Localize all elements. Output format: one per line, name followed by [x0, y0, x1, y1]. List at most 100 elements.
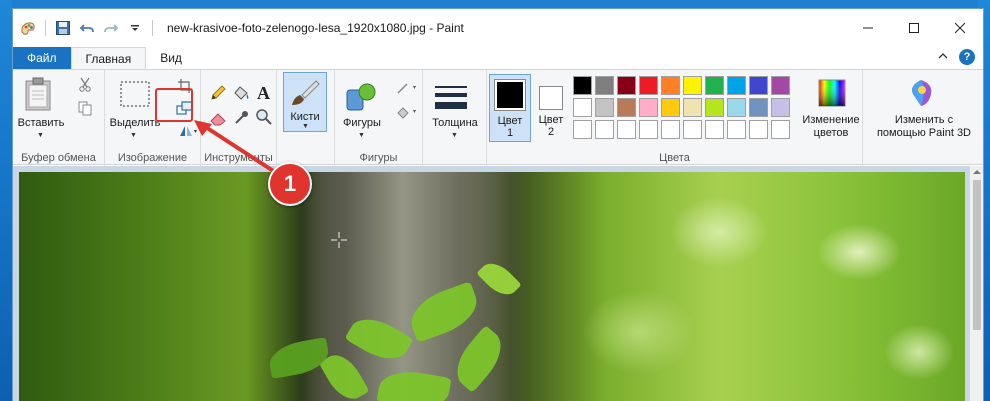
color1-button[interactable]: Цвет 1: [489, 74, 531, 142]
palette-swatch[interactable]: [595, 76, 614, 95]
group-shapes: Фигуры ▼ Фигуры: [335, 70, 423, 166]
palette-swatch[interactable]: [617, 120, 636, 139]
ribbon-right-controls: ?: [937, 49, 975, 65]
palette-swatch[interactable]: [573, 98, 592, 117]
palette-swatch[interactable]: [771, 76, 790, 95]
shape-fill-icon[interactable]: [395, 104, 419, 123]
redo-icon[interactable]: [102, 19, 120, 37]
shapes-button[interactable]: [345, 82, 379, 115]
select-button[interactable]: [119, 80, 151, 111]
palette-swatch[interactable]: [573, 120, 592, 139]
size-button[interactable]: [433, 84, 469, 115]
vertical-scrollbar[interactable]: [969, 166, 983, 401]
palette-swatch[interactable]: [683, 98, 702, 117]
brushes-dropdown-icon[interactable]: ▼: [302, 123, 309, 130]
palette-swatch[interactable]: [617, 98, 636, 117]
pencil-icon[interactable]: [209, 84, 227, 105]
edit-colors-icon[interactable]: [817, 78, 847, 111]
palette-swatch[interactable]: [617, 76, 636, 95]
save-icon[interactable]: [54, 19, 72, 37]
undo-icon[interactable]: [78, 19, 96, 37]
color2-number: 2: [547, 126, 555, 138]
shapes-label: Фигуры: [343, 117, 381, 129]
tab-view[interactable]: Вид: [146, 47, 196, 69]
palette-swatch[interactable]: [705, 76, 724, 95]
ribbon-tabs: Файл Главная Вид ?: [13, 47, 983, 69]
minimize-button[interactable]: [845, 9, 891, 47]
edit-colors-label-1: Изменение: [802, 114, 860, 126]
palette-swatch[interactable]: [771, 98, 790, 117]
palette-swatch[interactable]: [749, 120, 768, 139]
size-dropdown-icon[interactable]: ▼: [451, 132, 458, 139]
cut-icon[interactable]: [77, 76, 93, 95]
group-colors: Цвет 1 Цвет 2 Изменение цветов Цвета: [487, 70, 863, 166]
group-paint3d: Изменить с помощью Paint 3D: [863, 70, 985, 166]
select-dropdown-icon[interactable]: ▼: [130, 132, 137, 139]
palette-swatch[interactable]: [683, 76, 702, 95]
group-clipboard: Вставить ▼ Буфер обмена: [13, 70, 105, 166]
group-size: Толщина ▼: [423, 70, 487, 166]
color2-button[interactable]: Цвет 2: [535, 74, 567, 142]
annotation-badge: 1: [268, 162, 312, 206]
svg-text:A: A: [257, 83, 270, 102]
palette-swatch[interactable]: [727, 76, 746, 95]
canvas-area: [13, 166, 983, 401]
separator: [152, 20, 153, 36]
desktop-background: [0, 0, 12, 401]
group-label-clipboard: Буфер обмена: [21, 152, 96, 164]
palette-swatch[interactable]: [661, 120, 680, 139]
customize-qat-icon[interactable]: [126, 19, 144, 37]
select-label: Выделить: [109, 117, 161, 129]
paste-label: Вставить: [17, 117, 65, 129]
tab-home[interactable]: Главная: [70, 47, 147, 69]
crosshair-cursor-icon: [331, 232, 347, 248]
title-bar: new-krasivoe-foto-zelenogo-lesa_1920x108…: [13, 9, 983, 47]
palette-swatch[interactable]: [705, 98, 724, 117]
close-button[interactable]: [937, 9, 983, 47]
group-label-shapes: Фигуры: [359, 152, 398, 164]
paint3d-icon[interactable]: [907, 78, 935, 111]
fill-icon[interactable]: [231, 84, 251, 105]
paint3d-label-2: помощью Paint 3D: [876, 127, 972, 139]
palette-swatch[interactable]: [661, 76, 680, 95]
palette-swatch[interactable]: [749, 98, 768, 117]
separator: [45, 20, 46, 36]
window-controls: [845, 9, 983, 47]
palette-swatch[interactable]: [661, 98, 680, 117]
palette-swatch[interactable]: [639, 120, 658, 139]
copy-icon[interactable]: [77, 100, 93, 119]
paint-app-icon[interactable]: [19, 19, 37, 37]
shapes-dropdown-icon[interactable]: ▼: [358, 132, 365, 139]
outline-icon[interactable]: [395, 80, 419, 99]
color1-swatch: [497, 82, 523, 108]
scroll-up-icon[interactable]: [973, 169, 981, 175]
palette-swatch[interactable]: [727, 120, 746, 139]
size-label: Толщина: [432, 117, 478, 129]
quick-access-toolbar: [13, 19, 155, 37]
scrollbar-thumb[interactable]: [973, 180, 981, 330]
palette-swatch[interactable]: [771, 120, 790, 139]
maximize-button[interactable]: [891, 9, 937, 47]
group-label-colors: Цвета: [659, 152, 690, 164]
palette-swatch[interactable]: [595, 120, 614, 139]
palette-swatch[interactable]: [683, 120, 702, 139]
palette-swatch[interactable]: [639, 76, 658, 95]
palette-swatch[interactable]: [595, 98, 614, 117]
palette-swatch[interactable]: [573, 76, 592, 95]
paste-dropdown-icon[interactable]: ▼: [37, 132, 44, 139]
help-icon[interactable]: ?: [959, 49, 975, 65]
color1-number: 1: [506, 127, 514, 139]
collapse-ribbon-icon[interactable]: [937, 50, 949, 65]
palette-swatch[interactable]: [727, 98, 746, 117]
color2-swatch: [539, 86, 563, 110]
paste-button[interactable]: [23, 76, 53, 115]
edit-colors-label-2: цветов: [813, 127, 849, 139]
group-label-image: Изображение: [117, 152, 188, 164]
palette-swatch[interactable]: [639, 98, 658, 117]
canvas-image[interactable]: [19, 172, 965, 401]
tab-file[interactable]: Файл: [13, 47, 71, 69]
text-icon[interactable]: A: [255, 82, 273, 105]
paint-window: new-krasivoe-foto-zelenogo-lesa_1920x108…: [12, 8, 984, 401]
palette-swatch[interactable]: [749, 76, 768, 95]
palette-swatch[interactable]: [705, 120, 724, 139]
